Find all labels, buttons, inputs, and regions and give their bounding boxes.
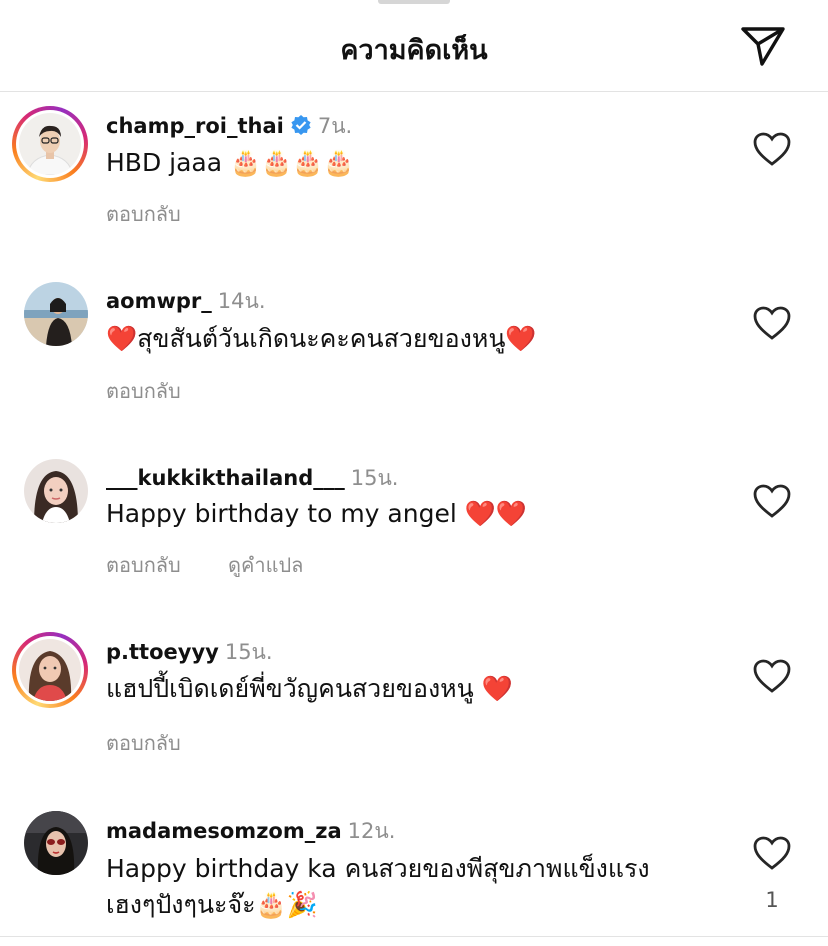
- reply-button[interactable]: ตอบกลับ: [106, 727, 181, 759]
- comment-text-line-1: Happy birthday ka คนสวยของพีสุขภาพแข็งแร…: [106, 854, 650, 883]
- comment-meta: madamesomzom_za 12น.: [106, 815, 395, 848]
- heart-icon[interactable]: [752, 483, 792, 519]
- divider: [0, 936, 828, 937]
- comment-meta: p.ttoeyyy 15น.: [106, 636, 273, 669]
- heart-icon[interactable]: [752, 305, 792, 341]
- avatar[interactable]: [24, 459, 88, 523]
- see-translation-button[interactable]: ดูคำแปล: [228, 549, 303, 581]
- username[interactable]: aomwpr_: [106, 289, 212, 313]
- comment-time: 15น.: [224, 640, 273, 664]
- paper-plane-icon[interactable]: [740, 24, 786, 68]
- comment-meta: aomwpr_ 14น.: [106, 285, 266, 318]
- reply-button[interactable]: ตอบกลับ: [106, 198, 181, 230]
- avatar[interactable]: [24, 282, 88, 346]
- comment-text: ❤️สุขสันต์วันเกิดนะคะคนสวยของหนู❤️: [106, 324, 537, 353]
- username[interactable]: p.ttoeyyy: [106, 640, 219, 664]
- comment-text: HBD jaaa 🎂🎂🎂🎂: [106, 148, 355, 177]
- comment-text: Happy birthday to my angel ❤️❤️: [106, 499, 527, 528]
- reply-button[interactable]: ตอบกลับ: [106, 549, 181, 581]
- like-count: 1: [765, 888, 779, 912]
- username[interactable]: champ_roi_thai: [106, 114, 284, 138]
- avatar: [19, 639, 81, 701]
- avatar[interactable]: [24, 811, 88, 875]
- comment-text: แฮปปี้เบิดเดย์พี่ขวัญคนสวยของหนู ❤️: [106, 674, 513, 703]
- username[interactable]: madamesomzom_za: [106, 819, 342, 843]
- reply-button[interactable]: ตอบกลับ: [106, 375, 181, 407]
- comment-time: 7น.: [317, 114, 353, 138]
- page-title: ความคิดเห็น: [340, 35, 488, 66]
- heart-icon[interactable]: [752, 658, 792, 694]
- username[interactable]: ___kukkikthailand___: [106, 466, 345, 490]
- heart-icon[interactable]: [752, 131, 792, 167]
- story-ring[interactable]: [12, 106, 88, 182]
- comment-time: 14น.: [217, 289, 266, 313]
- comment-meta: ___kukkikthailand___ 15น.: [106, 462, 399, 495]
- comment-meta: champ_roi_thai 7น.: [106, 110, 352, 143]
- comments-header: ความคิดเห็น: [0, 0, 828, 92]
- comment-time: 12น.: [347, 819, 396, 843]
- comment-time: 15น.: [350, 466, 399, 490]
- heart-icon[interactable]: [752, 835, 792, 871]
- avatar: [19, 113, 81, 175]
- verified-badge-icon: [291, 115, 311, 135]
- comment-text-line-2: เฮงๆปังๆนะจ๊ะ🎂🎉: [106, 890, 318, 919]
- story-ring[interactable]: [12, 632, 88, 708]
